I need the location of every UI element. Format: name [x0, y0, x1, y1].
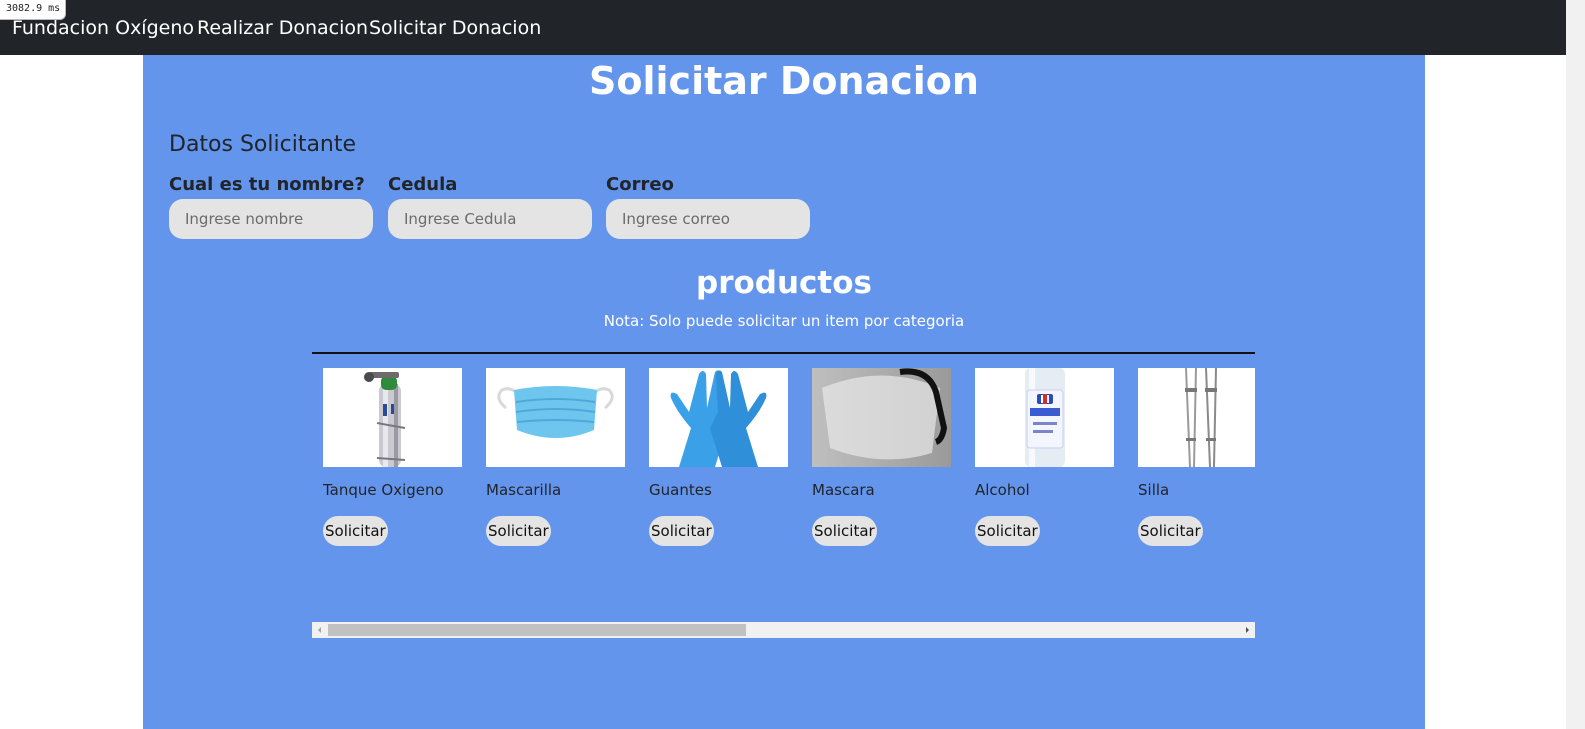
divider	[312, 352, 1255, 354]
product-name: Mascara	[812, 481, 875, 499]
scroll-right-arrow-icon[interactable]	[1239, 622, 1255, 638]
product-card: Tanque Oxigeno Solicitar	[312, 368, 462, 578]
products-carousel[interactable]: Tanque Oxigeno Solicitar Mascarilla Soli…	[312, 368, 1255, 598]
product-card: Guantes Solicitar	[638, 368, 788, 578]
alcohol-bottle-image	[975, 368, 1114, 467]
name-label: Cual es tu nombre?	[169, 174, 365, 195]
cedula-input[interactable]	[388, 199, 592, 239]
page-title: Solicitar Donacion	[589, 59, 979, 103]
oxygen-tank-image	[323, 368, 462, 467]
product-card: Alcohol Solicitar	[964, 368, 1114, 578]
crutches-image	[1138, 368, 1255, 467]
cedula-label: Cedula	[388, 174, 458, 195]
email-label: Correo	[606, 174, 674, 195]
request-button-guantes[interactable]: Solicitar	[649, 516, 714, 546]
gloves-image	[649, 368, 788, 467]
main-panel: Solicitar Donacion Datos Solicitante Cua…	[143, 55, 1425, 729]
page-vertical-scrollbar[interactable]	[1566, 0, 1585, 729]
face-mask-image	[486, 368, 625, 467]
request-button-mascara[interactable]: Solicitar	[812, 516, 877, 546]
scrollbar-thumb[interactable]	[328, 624, 746, 636]
product-card: Mascarilla Solicitar	[475, 368, 625, 578]
face-shield-image	[812, 368, 951, 467]
email-input[interactable]	[606, 199, 810, 239]
product-name: Silla	[1138, 481, 1170, 499]
navbar: Fundacion Oxígeno Realizar Donacion Soli…	[0, 0, 1566, 55]
product-card: Mascara Solicitar	[801, 368, 951, 578]
section-title-datos-solicitante: Datos Solicitante	[169, 132, 357, 157]
name-input[interactable]	[169, 199, 373, 239]
request-button-mascarilla[interactable]: Solicitar	[486, 516, 551, 546]
product-name: Guantes	[649, 481, 712, 499]
scroll-left-arrow-icon[interactable]	[312, 622, 328, 638]
nav-link-realizar-donacion[interactable]: Realizar Donacion	[197, 16, 368, 40]
request-button-tanque-oxigeno[interactable]: Solicitar	[323, 516, 388, 546]
product-name: Mascarilla	[486, 481, 562, 499]
products-note: Nota: Solo puede solicitar un item por c…	[603, 312, 965, 330]
request-button-silla[interactable]: Solicitar	[1138, 516, 1203, 546]
product-card: Silla Solicitar	[1127, 368, 1255, 578]
nav-link-solicitar-donacion[interactable]: Solicitar Donacion	[369, 16, 541, 40]
product-name: Alcohol	[975, 481, 1030, 499]
product-name: Tanque Oxigeno	[323, 481, 444, 499]
carousel-horizontal-scrollbar[interactable]	[312, 622, 1255, 638]
products-title: productos	[696, 265, 872, 301]
perf-timer-badge: 3082.9 ms	[0, 0, 67, 20]
request-button-alcohol[interactable]: Solicitar	[975, 516, 1040, 546]
